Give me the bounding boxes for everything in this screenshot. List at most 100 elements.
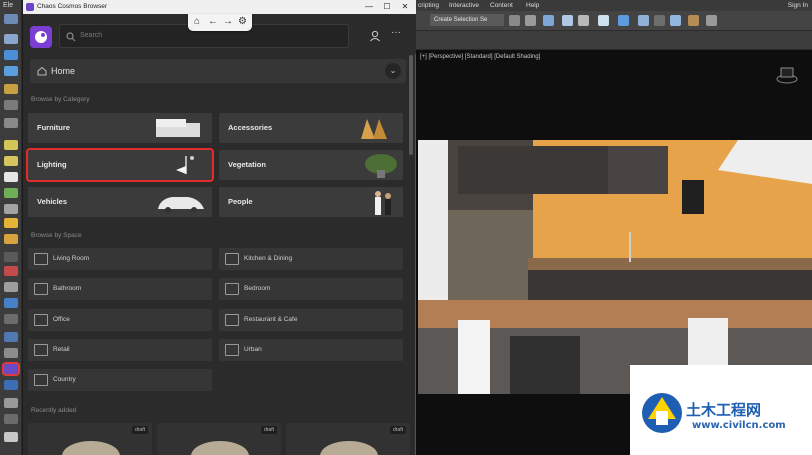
- menu-help[interactable]: Help: [526, 0, 539, 11]
- render-setup-icon[interactable]: [638, 15, 649, 26]
- hierarchy-icon[interactable]: [4, 66, 18, 76]
- back-arrow-icon[interactable]: ←: [208, 15, 218, 29]
- space-label: Urban: [244, 346, 262, 353]
- list-icon[interactable]: [4, 414, 18, 424]
- create-icon[interactable]: [4, 34, 18, 44]
- camera-icon[interactable]: [4, 100, 18, 110]
- gear-small-icon[interactable]: [4, 348, 18, 358]
- chevron-down-icon[interactable]: ⌄: [385, 63, 401, 79]
- forward-arrow-icon[interactable]: →: [223, 15, 233, 29]
- layer-icon[interactable]: [543, 15, 554, 26]
- cosmos-app-logo-icon[interactable]: [30, 26, 52, 48]
- recently-added-heading: Recently added: [31, 407, 77, 414]
- selection-set-dropdown[interactable]: Create Selection Se: [430, 14, 504, 26]
- network-icon[interactable]: [4, 332, 18, 342]
- cosmos-browser-window: Chaos Cosmos Browser — ☐ ✕ Search ··· ⌂ …: [23, 0, 416, 455]
- category-card-accessories[interactable]: Accessories: [219, 113, 403, 143]
- more-menu-button[interactable]: ···: [391, 27, 401, 38]
- space-item-office[interactable]: Office: [28, 309, 212, 331]
- category-card-lighting[interactable]: Lighting: [26, 148, 214, 182]
- align-icon[interactable]: [525, 15, 536, 26]
- helper-icon[interactable]: [4, 118, 18, 128]
- space-item-urban[interactable]: Urban: [219, 339, 403, 361]
- sign-in-link[interactable]: Sign In: [788, 0, 808, 11]
- bathtub-icon: [34, 283, 48, 295]
- rock-thumbnail: [320, 441, 378, 455]
- cosmos-toolbar-icon[interactable]: [2, 362, 20, 376]
- home-nav-icon[interactable]: ⌂: [194, 15, 200, 29]
- display-icon[interactable]: [4, 140, 18, 150]
- search-icon: [66, 32, 76, 42]
- schematic-icon[interactable]: [598, 15, 609, 26]
- dots-icon[interactable]: [4, 252, 18, 262]
- menu-scripting[interactable]: cripting: [418, 0, 439, 11]
- info-icon[interactable]: [4, 432, 18, 442]
- settings-gear-icon[interactable]: ⚙: [238, 15, 247, 29]
- sun-icon[interactable]: [4, 218, 18, 228]
- category-card-people[interactable]: People: [219, 187, 403, 217]
- space-item-living-room[interactable]: Living Room: [28, 248, 212, 270]
- close-button[interactable]: ✕: [397, 0, 413, 14]
- link-icon[interactable]: [4, 380, 18, 390]
- space-item-kitchen-dining[interactable]: Kitchen & Dining: [219, 248, 403, 270]
- circle-icon[interactable]: [4, 172, 18, 182]
- light-icon[interactable]: [4, 84, 18, 94]
- teapot-icon[interactable]: [688, 15, 699, 26]
- fx-icon[interactable]: [4, 314, 18, 324]
- menu-content[interactable]: Content: [490, 0, 513, 11]
- viewport[interactable]: [+] [Perspective] [Standard] [Default Sh…: [416, 50, 812, 455]
- log-icon[interactable]: [4, 398, 18, 408]
- sphere-icon[interactable]: [4, 156, 18, 166]
- globe-icon[interactable]: [4, 298, 18, 308]
- viewport-label[interactable]: [+] [Perspective] [Standard] [Default Sh…: [420, 54, 540, 60]
- window-titlebar[interactable]: Chaos Cosmos Browser — ☐ ✕: [23, 0, 416, 14]
- home-dropdown[interactable]: Home ⌄: [30, 59, 406, 83]
- arrow-icon[interactable]: [4, 266, 18, 276]
- category-card-vegetation[interactable]: Vegetation: [219, 150, 403, 180]
- max-secondary-toolbar: [416, 31, 812, 50]
- dome-light-icon[interactable]: [4, 234, 18, 244]
- mirror-icon[interactable]: [509, 15, 520, 26]
- draft-badge: draft: [131, 426, 148, 434]
- space-item-restaurant-cafe[interactable]: Restaurant & Cafe: [219, 309, 403, 331]
- curve-editor-icon[interactable]: [578, 15, 589, 26]
- user-icon[interactable]: [369, 30, 381, 42]
- scrollbar[interactable]: [409, 55, 413, 155]
- browse-by-space-heading: Browse by Space: [31, 232, 82, 239]
- space-item-country[interactable]: Country: [28, 369, 212, 391]
- modify-icon[interactable]: [4, 50, 18, 60]
- undo-icon[interactable]: [4, 14, 18, 24]
- material-editor-icon[interactable]: [618, 15, 629, 26]
- render-frame-icon[interactable]: [654, 15, 665, 26]
- space-item-retail[interactable]: Retail: [28, 339, 212, 361]
- people-thumbnail-icon: [375, 191, 391, 215]
- recent-asset-card[interactable]: draft: [28, 423, 152, 455]
- minimize-button[interactable]: —: [361, 0, 377, 14]
- render-icon[interactable]: [670, 15, 681, 26]
- utilities-icon[interactable]: [4, 188, 18, 198]
- watermark-logo-icon: [642, 393, 682, 433]
- proxy-icon[interactable]: [4, 282, 18, 292]
- space-label: Office: [53, 316, 70, 323]
- space-label: Kitchen & Dining: [244, 255, 293, 262]
- recent-asset-card[interactable]: draft: [157, 423, 281, 455]
- space-item-bedroom[interactable]: Bedroom: [219, 278, 403, 300]
- category-label: Accessories: [228, 123, 273, 132]
- cosmos-icon[interactable]: [706, 15, 717, 26]
- recent-asset-card[interactable]: draft: [286, 423, 410, 455]
- scene-explorer-icon[interactable]: [562, 15, 573, 26]
- category-card-furniture[interactable]: Furniture: [28, 113, 212, 143]
- maximize-button[interactable]: ☐: [379, 0, 395, 14]
- category-card-vehicles[interactable]: Vehicles: [28, 187, 212, 217]
- menu-interactive[interactable]: Interactive: [449, 0, 479, 11]
- category-label: Lighting: [37, 160, 67, 169]
- tree-icon: [34, 374, 48, 386]
- category-label: Furniture: [37, 123, 70, 132]
- max-main-toolbar: Create Selection Se: [416, 11, 812, 31]
- cutlery-icon: [225, 314, 239, 326]
- screen-thumbnail-icon: [361, 119, 387, 139]
- space-item-bathroom[interactable]: Bathroom: [28, 278, 212, 300]
- shape-icon[interactable]: [4, 204, 18, 214]
- viewcube-icon[interactable]: [776, 64, 798, 86]
- browse-by-category-heading: Browse by Category: [31, 96, 90, 103]
